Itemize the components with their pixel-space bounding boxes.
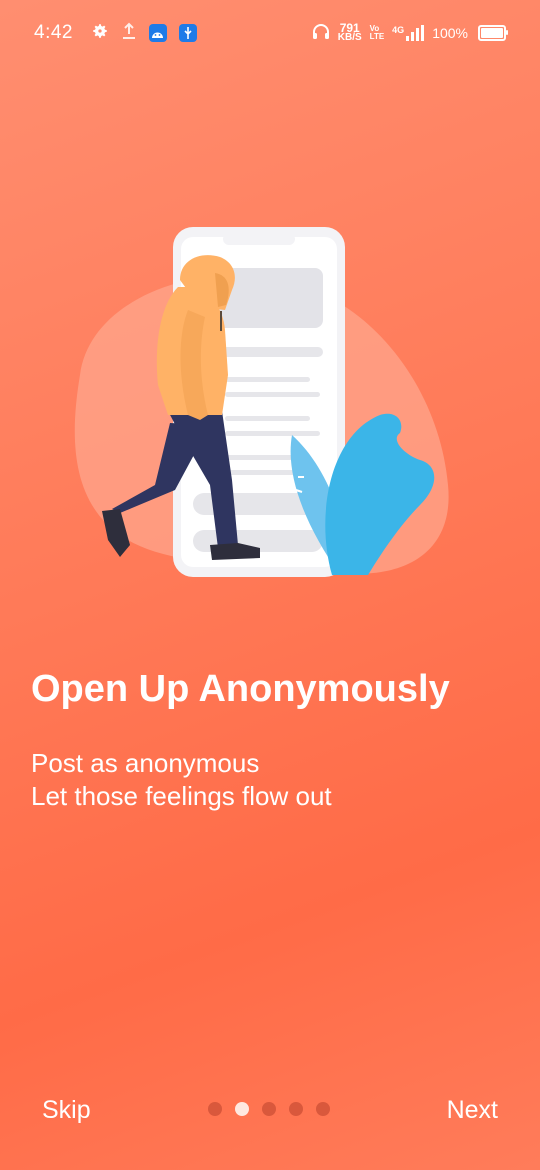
person-string bbox=[220, 311, 222, 331]
signal-strength-icon: 4G bbox=[392, 25, 425, 41]
page-dot-2-active[interactable] bbox=[235, 1102, 249, 1116]
page-dot-3[interactable] bbox=[262, 1102, 276, 1116]
page-dot-1[interactable] bbox=[208, 1102, 222, 1116]
status-bar: 4:42 791 KB/S Vo LTE 4G 100% bbox=[0, 0, 540, 66]
network-speed-unit: KB/S bbox=[337, 32, 362, 43]
onboarding-navigation: Skip Next bbox=[0, 1090, 540, 1134]
subtitle-line: Let those feelings flow out bbox=[31, 781, 332, 811]
upload-icon bbox=[121, 22, 137, 45]
status-bar-right: 791 KB/S Vo LTE 4G 100% bbox=[312, 22, 508, 43]
onboarding-title: Open Up Anonymously bbox=[31, 668, 450, 710]
settings-gear-icon bbox=[91, 22, 109, 45]
phone-screen-line bbox=[225, 377, 310, 382]
status-bar-left: 4:42 bbox=[34, 22, 197, 45]
battery-percentage: 100% bbox=[432, 25, 468, 41]
network-speed: 791 KB/S bbox=[337, 22, 362, 43]
phone-screen-line bbox=[225, 392, 320, 397]
walking-person-phone-illustration bbox=[74, 227, 449, 577]
android-icon bbox=[148, 24, 167, 42]
subtitle-line: Post as anonymous bbox=[31, 748, 260, 778]
phone-screen-line bbox=[225, 431, 320, 436]
page-indicator bbox=[208, 1102, 330, 1116]
volte-bottom: LTE bbox=[369, 32, 385, 41]
page-dot-4[interactable] bbox=[289, 1102, 303, 1116]
battery-icon bbox=[478, 25, 508, 41]
headphones-icon bbox=[312, 23, 330, 43]
skip-button[interactable]: Skip bbox=[42, 1096, 91, 1125]
network-type: 4G bbox=[392, 25, 405, 35]
next-button[interactable]: Next bbox=[447, 1096, 498, 1125]
usb-icon bbox=[178, 24, 197, 42]
status-time: 4:42 bbox=[34, 22, 73, 43]
phone-screen-line bbox=[225, 416, 310, 421]
onboarding-subtitle: Post as anonymous Let those feelings flo… bbox=[31, 747, 332, 813]
page-dot-5[interactable] bbox=[316, 1102, 330, 1116]
volte-indicator: Vo LTE bbox=[370, 25, 385, 41]
phone-notch bbox=[223, 233, 295, 245]
